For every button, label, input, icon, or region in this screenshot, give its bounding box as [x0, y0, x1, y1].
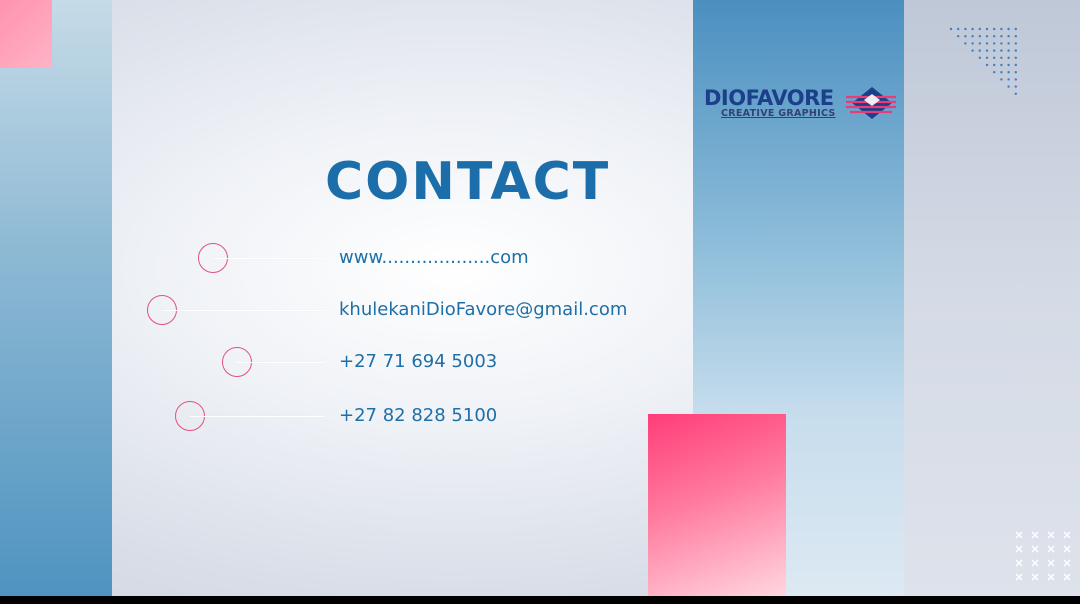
pattern-dot	[993, 71, 996, 74]
pattern-dot	[971, 49, 974, 52]
pattern-dot	[949, 27, 953, 31]
pattern-cross	[1031, 573, 1039, 581]
pattern-dot	[1014, 85, 1017, 88]
pattern-dot	[1014, 56, 1017, 59]
pattern-dot	[1014, 71, 1017, 74]
pattern-dot	[993, 35, 996, 38]
pattern-cross	[1047, 545, 1055, 553]
pattern-dot	[1007, 35, 1010, 38]
pattern-dot	[985, 56, 989, 59]
pattern-dot	[1000, 78, 1003, 81]
pattern-dot	[978, 49, 981, 52]
phone-number-2[interactable]: +27 82 828 5100	[339, 404, 497, 428]
brand-name: DIOFAVORE	[704, 86, 834, 110]
pattern-dot	[1014, 35, 1017, 38]
pattern-dot	[1014, 63, 1017, 67]
email-link[interactable]: khulekaniDioFavore@gmail.com	[339, 298, 627, 322]
pattern-cross	[1047, 573, 1055, 581]
pattern-dot	[957, 35, 960, 38]
pattern-cross	[1015, 573, 1023, 581]
pattern-dot	[1007, 78, 1010, 81]
page-title: CONTACT	[325, 152, 611, 212]
pattern-dot	[993, 63, 996, 67]
pattern-dot	[1007, 27, 1010, 31]
pattern-dot	[1007, 56, 1010, 59]
pattern-dot	[971, 27, 974, 31]
pattern-dot	[1007, 42, 1010, 45]
pattern-dot	[1000, 42, 1003, 45]
pattern-dot	[1007, 63, 1010, 67]
connector-line	[162, 310, 325, 311]
pattern-cross	[1063, 531, 1071, 539]
pattern-dot	[978, 42, 981, 45]
pattern-dot	[985, 35, 989, 38]
pattern-dot	[985, 49, 989, 52]
pattern-dot	[1000, 35, 1003, 38]
pattern-dot	[985, 27, 989, 31]
phone-number-1[interactable]: +27 71 694 5003	[339, 350, 497, 374]
contact-slide: DIOFAVORE CREATIVE GRAPHICS CONTACT www.…	[0, 0, 1080, 596]
pattern-dot	[1014, 42, 1017, 45]
cross-pattern-icon	[1015, 531, 1071, 581]
pattern-dot	[985, 63, 989, 67]
contact-row-phone-1: +27 71 694 5003	[0, 347, 700, 377]
brand-logo: DIOFAVORE CREATIVE GRAPHICS	[704, 86, 896, 122]
pattern-dot	[964, 35, 967, 38]
pattern-dot	[1007, 85, 1010, 88]
pattern-dot	[1000, 56, 1003, 59]
pattern-dot	[1007, 49, 1010, 52]
contact-row-email: khulekaniDioFavore@gmail.com	[0, 295, 700, 325]
connector-line	[213, 258, 325, 259]
pattern-cross	[1015, 545, 1023, 553]
pattern-dot	[971, 42, 974, 45]
pattern-cross	[1031, 531, 1039, 539]
pattern-dot	[1000, 49, 1003, 52]
pattern-cross	[1031, 545, 1039, 553]
pattern-dot	[993, 56, 996, 59]
bottom-bar	[0, 596, 1080, 604]
pattern-dot	[1014, 27, 1017, 31]
pattern-cross	[1063, 573, 1071, 581]
pattern-dot	[964, 42, 967, 45]
pattern-dot	[993, 42, 996, 45]
pattern-dot	[978, 35, 981, 38]
diamond-stripes-logo-icon	[846, 87, 896, 119]
pattern-dot	[1000, 71, 1003, 74]
brand-tagline: CREATIVE GRAPHICS	[721, 108, 836, 119]
contact-row-phone-2: +27 82 828 5100	[0, 401, 700, 431]
pattern-dot	[957, 27, 960, 31]
connector-line	[190, 416, 325, 417]
pattern-cross	[1031, 559, 1039, 567]
pattern-dot	[985, 42, 989, 45]
pattern-cross	[1063, 545, 1071, 553]
pattern-dot	[1000, 63, 1003, 67]
pattern-dot	[1014, 78, 1017, 81]
pattern-dot	[1014, 92, 1017, 96]
pattern-dot	[1007, 71, 1010, 74]
pattern-dot	[978, 27, 981, 31]
pattern-dot	[1000, 27, 1003, 31]
pattern-dot	[993, 27, 996, 31]
top-left-pink-block	[0, 0, 52, 68]
website-link[interactable]: www...................com	[339, 246, 529, 270]
pattern-dot	[993, 49, 996, 52]
pattern-cross	[1063, 559, 1071, 567]
pattern-dot	[978, 56, 981, 59]
pattern-dot	[1014, 49, 1017, 52]
pattern-dot	[971, 35, 974, 38]
connector-line	[237, 362, 325, 363]
contact-row-website: www...................com	[0, 243, 700, 273]
pattern-cross	[1015, 531, 1023, 539]
pattern-cross	[1015, 559, 1023, 567]
pattern-cross	[1047, 531, 1055, 539]
pattern-dot	[964, 27, 967, 31]
bottom-pink-block	[648, 414, 786, 596]
pattern-cross	[1047, 559, 1055, 567]
dot-pattern-icon	[949, 27, 1017, 96]
